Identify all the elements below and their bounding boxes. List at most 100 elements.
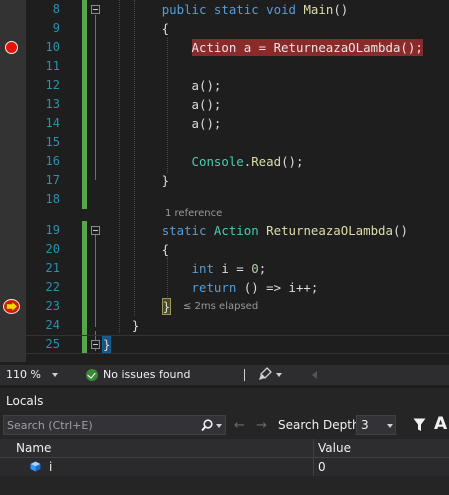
code-token: i =	[213, 261, 252, 276]
code-token: ()	[392, 223, 408, 238]
code-line[interactable]: 21 int i = 0;	[0, 259, 449, 278]
search-icon[interactable]	[201, 419, 213, 432]
code-line[interactable]: 13 a();	[0, 95, 449, 114]
search-previous-icon[interactable]: ←	[234, 419, 245, 432]
code-line[interactable]: 23 } ≤ 2ms elapsed	[0, 297, 449, 316]
zoom-level[interactable]: 110 %	[6, 365, 41, 385]
column-header-value[interactable]: Value	[318, 439, 351, 457]
code-token: a	[191, 116, 199, 131]
search-depth-label: Search Depth:	[278, 418, 364, 432]
code-text: }	[102, 297, 172, 316]
code-text: int i = 0;	[102, 259, 267, 278]
code-token: int	[191, 261, 214, 276]
code-line[interactable]: 25}	[0, 335, 449, 354]
code-token: Console	[191, 154, 244, 169]
current-line-highlight	[0, 335, 449, 354]
code-text: }	[102, 171, 169, 190]
font-settings-button[interactable]: A	[434, 414, 447, 434]
code-line[interactable]: 16 Console.Read();	[0, 152, 449, 171]
fold-icon[interactable]	[91, 226, 100, 235]
locals-grid-header: Name Value	[0, 439, 449, 458]
code-line[interactable]: 19 static Action ReturneazaOLambda()	[0, 221, 449, 240]
scroll-left-arrow-icon[interactable]	[312, 371, 317, 379]
code-text: }	[102, 335, 112, 354]
code-line[interactable]: 9 {	[0, 19, 449, 38]
line-number: 8	[52, 2, 60, 16]
locals-search-box[interactable]	[3, 415, 226, 435]
perf-tip-elapsed[interactable]: ≤ 2ms elapsed	[183, 297, 258, 316]
code-line[interactable]: 17 }	[0, 171, 449, 190]
code-line[interactable]: 24 }	[0, 316, 449, 335]
code-line[interactable]: 20 {	[0, 240, 449, 259]
brush-icon[interactable]	[258, 367, 272, 382]
code-token: {	[102, 21, 170, 36]
code-token: ();	[281, 154, 304, 169]
line-number: 18	[45, 192, 60, 206]
code-token: 0	[251, 261, 259, 276]
code-text: a();	[102, 114, 222, 133]
filter-icon[interactable]	[413, 418, 426, 432]
breakpoint-icon[interactable]	[5, 41, 18, 54]
code-text: public static void Main()	[102, 0, 349, 19]
search-input[interactable]	[7, 417, 192, 433]
line-number: 10	[45, 40, 60, 54]
chevron-down-icon[interactable]	[216, 424, 222, 428]
code-token: public	[161, 2, 207, 17]
fold-icon[interactable]	[91, 5, 100, 14]
code-line[interactable]: 22 return () => i++;	[0, 278, 449, 297]
code-text: {	[102, 19, 169, 38]
code-line[interactable]: 14 a();	[0, 114, 449, 133]
local-variable-icon	[30, 461, 41, 472]
line-number: 12	[45, 78, 60, 92]
code-token: }	[102, 336, 112, 353]
code-token: Read	[251, 154, 282, 169]
breakpoint-current-icon[interactable]	[3, 299, 20, 314]
code-text: Console.Read();	[102, 152, 304, 171]
code-line[interactable]: 8 public static void Main()	[0, 0, 449, 19]
code-token: static	[213, 2, 259, 17]
code-token: Main	[303, 2, 334, 17]
caret-separator	[244, 369, 245, 381]
column-header-name[interactable]: Name	[16, 439, 51, 457]
code-token: ();	[199, 97, 222, 112]
chevron-down-icon[interactable]	[52, 373, 58, 377]
table-row[interactable]: i 0	[0, 458, 449, 476]
locals-title: Locals	[6, 394, 44, 408]
line-number: 25	[45, 337, 60, 351]
search-next-icon[interactable]: →	[256, 419, 267, 432]
code-token: ;	[258, 261, 267, 276]
code-token: return	[191, 280, 237, 295]
editor-status-strip: 110 % No issues found	[0, 365, 449, 385]
code-line[interactable]: 10 Action a = ReturneazaOLambda();	[0, 38, 449, 57]
code-editor[interactable]: 8 public static void Main() 9 {10 Action …	[0, 0, 449, 362]
code-text: a();	[102, 76, 222, 95]
code-line[interactable]: 15	[0, 133, 449, 152]
code-token: static	[161, 223, 207, 238]
line-number: 14	[45, 116, 60, 130]
fold-icon[interactable]	[91, 340, 100, 349]
line-number: 13	[45, 97, 60, 111]
code-line[interactable]: 18	[0, 190, 449, 209]
column-divider[interactable]	[313, 439, 314, 458]
chevron-down-icon[interactable]	[387, 424, 393, 428]
code-token: void	[266, 2, 296, 17]
code-line[interactable]: 12 a();	[0, 76, 449, 95]
code-text: static Action ReturneazaOLambda()	[102, 221, 408, 240]
issues-status[interactable]: No issues found	[103, 365, 190, 385]
codelens-references[interactable]: 1 reference	[165, 207, 222, 221]
code-token: ();	[199, 78, 222, 93]
line-number: 20	[45, 242, 60, 256]
chevron-down-icon[interactable]	[276, 373, 282, 377]
variable-value[interactable]: 0	[318, 458, 326, 476]
code-token: () => i++;	[236, 280, 319, 295]
code-text: {	[102, 240, 169, 259]
code-line[interactable]: 11	[0, 57, 449, 76]
